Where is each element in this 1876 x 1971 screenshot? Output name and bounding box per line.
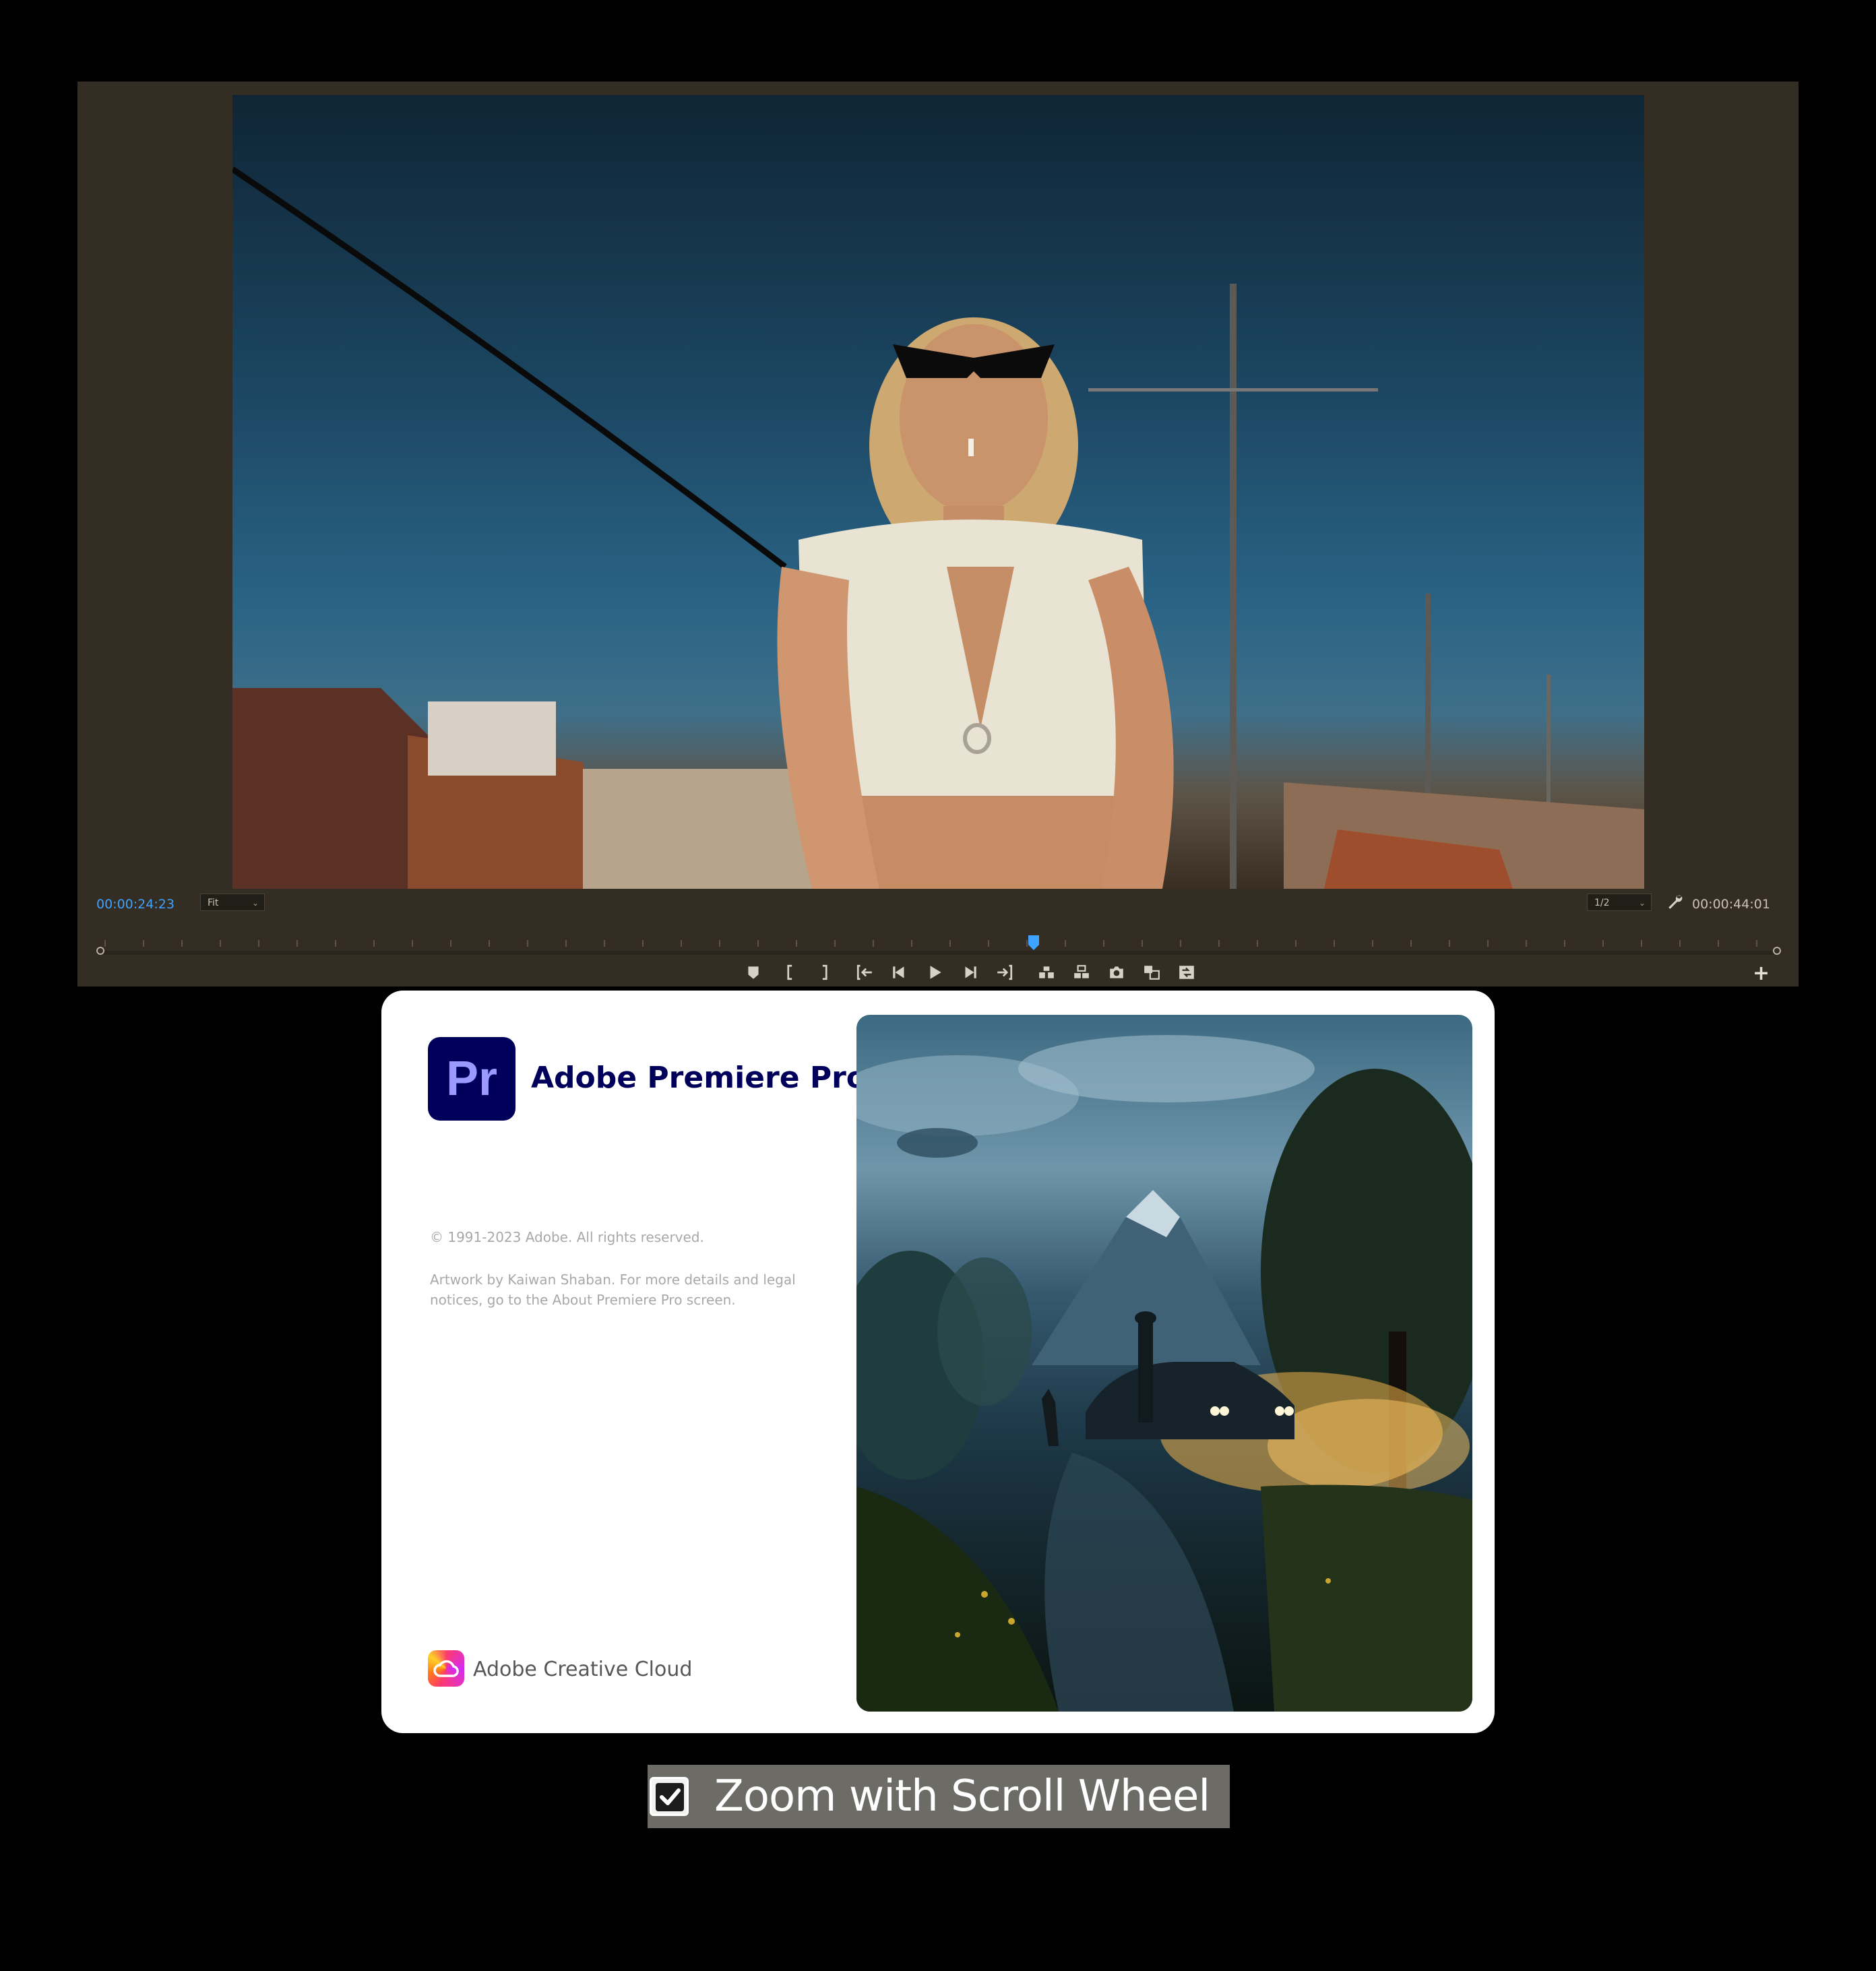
go-to-in-icon <box>856 964 872 980</box>
comparison-view-button[interactable] <box>1139 960 1164 984</box>
go-to-in-button[interactable] <box>852 960 877 984</box>
lift-icon <box>1039 966 1054 978</box>
out-point-handle[interactable] <box>1773 947 1781 955</box>
current-timecode[interactable]: 00:00:24:23 <box>96 897 175 912</box>
extract-button[interactable] <box>1069 960 1094 984</box>
checkmark-icon <box>656 1783 684 1811</box>
zoom-level-value: Fit <box>208 898 219 908</box>
chevron-down-icon: ⌄ <box>251 898 259 908</box>
marker-icon <box>748 966 759 979</box>
time-ruler[interactable] <box>96 933 1781 955</box>
mark-out-button[interactable] <box>812 960 836 984</box>
duration-timecode: 00:00:44:01 <box>1692 897 1770 912</box>
camera-icon <box>1110 966 1123 978</box>
step-forward-icon <box>965 966 976 978</box>
proxy-toggle-button[interactable] <box>1175 960 1199 984</box>
video-frame[interactable] <box>232 95 1644 889</box>
mark-in-icon <box>787 964 792 980</box>
button-editor-add-button[interactable]: + <box>1753 962 1770 985</box>
chevron-down-icon: ⌄ <box>1638 898 1646 908</box>
proxy-icon <box>1179 966 1194 979</box>
zoom-with-scroll-wheel-option[interactable]: Zoom with Scroll Wheel <box>648 1765 1230 1828</box>
video-frame-image <box>232 166 1644 889</box>
go-to-out-icon <box>997 964 1013 980</box>
lift-button[interactable] <box>1034 960 1059 984</box>
transport-controls <box>77 960 1799 987</box>
export-frame-button[interactable] <box>1104 960 1129 984</box>
splash-screen: Pr Adobe Premiere Pro © 1991-2023 Adobe.… <box>381 991 1495 1733</box>
program-monitor: 00:00:24:23 Fit ⌄ 1/2 ⌄ 00:00:44:01 + <box>77 82 1799 987</box>
playhead-icon[interactable] <box>1028 935 1040 950</box>
app-name: Adobe Premiere Pro <box>531 1061 867 1095</box>
add-marker-button[interactable] <box>741 960 765 984</box>
zoom-level-select[interactable]: Fit ⌄ <box>200 894 265 911</box>
comparison-icon <box>1144 966 1160 980</box>
splash-artwork <box>856 1015 1472 1712</box>
ruler-ticks <box>104 940 1773 947</box>
extract-icon <box>1074 965 1089 978</box>
mark-in-button[interactable] <box>778 960 803 984</box>
step-forward-button[interactable] <box>958 960 982 984</box>
in-point-handle[interactable] <box>96 947 104 955</box>
zoom-scroll-label: Zoom with Scroll Wheel <box>714 1772 1210 1821</box>
play-icon <box>930 966 941 979</box>
scrub-bar[interactable] <box>96 951 1781 955</box>
copyright-text: © 1991-2023 Adobe. All rights reserved. <box>430 1229 704 1245</box>
mark-out-icon <box>822 964 827 980</box>
premiere-pro-logo: Pr <box>428 1037 515 1121</box>
creative-cloud-icon <box>428 1650 464 1687</box>
zoom-scroll-checkbox[interactable] <box>650 1777 689 1816</box>
step-back-icon <box>893 966 904 978</box>
step-back-button[interactable] <box>887 960 912 984</box>
artwork-credit: Artwork by Kaiwan Shaban. For more detai… <box>430 1272 796 1308</box>
go-to-out-button[interactable] <box>993 960 1017 984</box>
playback-resolution-value: 1/2 <box>1594 898 1610 908</box>
creative-cloud-brand: Adobe Creative Cloud <box>473 1658 693 1681</box>
logo-text: Pr <box>445 1052 498 1106</box>
play-button[interactable] <box>923 960 947 984</box>
playback-resolution-select[interactable]: 1/2 ⌄ <box>1587 894 1652 911</box>
wrench-icon[interactable] <box>1666 893 1684 910</box>
